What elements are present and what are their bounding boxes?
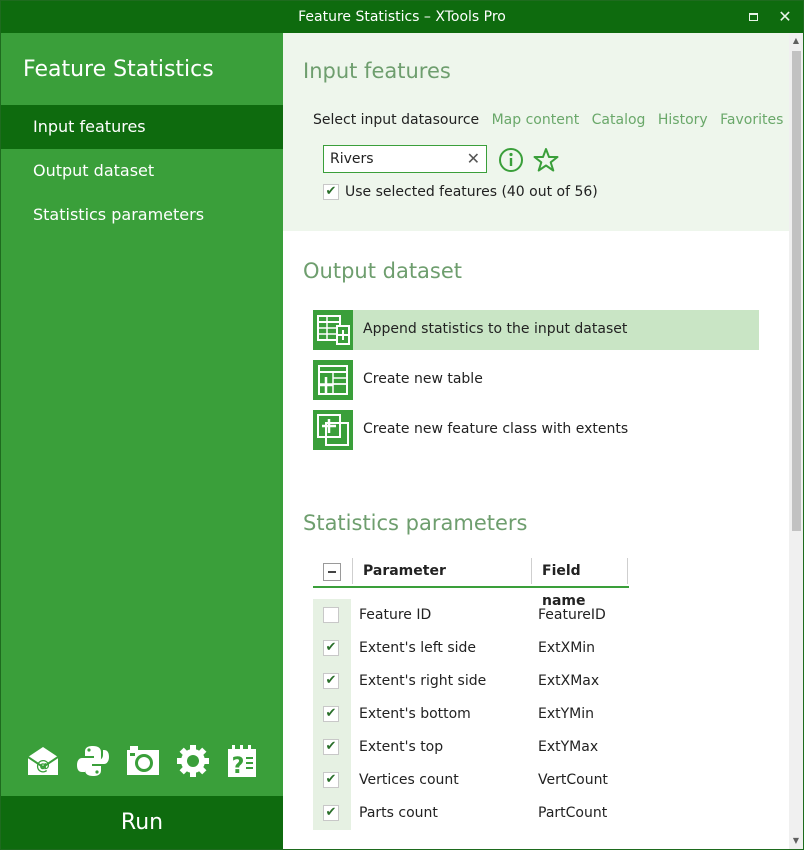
table-row[interactable]: ✔ Extent's top ExtYMax [313,731,629,764]
parameter-cell: Parts count [359,805,438,821]
scrollbar-thumb[interactable] [792,51,801,531]
link-map-content[interactable]: Map content [492,112,580,128]
app-window: Feature Statistics – XTools Pro ✕ Featur… [0,0,804,850]
output-dataset-title: Output dataset [303,259,463,283]
field-name-cell: ExtXMax [538,673,600,689]
svg-text:?: ? [232,754,245,779]
sidebar-item-output-dataset[interactable]: Output dataset [1,149,283,193]
new-table-icon [313,360,353,400]
svg-text:@: @ [36,758,50,774]
input-dataset-field[interactable]: Rivers ✕ [323,145,487,173]
field-name-cell: FeatureID [538,607,606,623]
link-history[interactable]: History [658,112,708,128]
email-icon[interactable]: @ [25,743,61,779]
input-features-title: Input features [303,59,451,83]
row-checkbox-cell: ✔ [313,764,351,797]
favorite-star-icon[interactable] [533,147,559,173]
datasource-label: Select input datasource [313,112,480,128]
close-button[interactable]: ✕ [771,5,799,29]
input-dataset-value: Rivers [330,151,374,167]
option-create-feature-class[interactable]: Create new feature class with extents [313,410,759,450]
parameter-cell: Feature ID [359,607,432,623]
row-checkbox[interactable]: ✔ [323,805,339,821]
field-name-cell: ExtXMin [538,640,596,656]
append-table-icon [313,310,353,350]
column-separator [352,558,353,584]
parameter-cell: Extent's bottom [359,706,471,722]
table-row[interactable]: ✔ Extent's left side ExtXMin [313,632,629,665]
parameter-cell: Extent's right side [359,673,487,689]
option-label: Create new feature class with extents [363,421,629,437]
row-checkbox[interactable]: ✔ [323,640,339,656]
parameter-cell: Extent's top [359,739,444,755]
column-header-field-name[interactable]: Field name [542,556,629,609]
sidebar: Feature Statistics Input features Output… [1,33,283,849]
row-checkbox-cell: ✔ [313,632,351,665]
row-checkbox-cell [313,599,351,632]
row-checkbox[interactable] [323,607,339,623]
table-row[interactable]: ✔ Extent's bottom ExtYMin [313,698,629,731]
link-favorites[interactable]: Favorites [720,112,783,128]
new-feature-class-icon [313,410,353,450]
column-header-parameter[interactable]: Parameter [363,556,446,586]
title-bar: Feature Statistics – XTools Pro ✕ [1,1,803,33]
row-checkbox-cell: ✔ [313,665,351,698]
option-append-statistics[interactable]: Append statistics to the input dataset [313,310,759,350]
scroll-down-arrow[interactable]: ▼ [789,833,803,849]
row-checkbox[interactable]: ✔ [323,772,339,788]
use-selected-checkbox[interactable]: ✔ [323,184,339,200]
option-create-new-table[interactable]: Create new table [313,360,759,400]
option-label: Append statistics to the input dataset [363,321,628,337]
field-name-cell: PartCount [538,805,608,821]
column-separator [627,558,628,584]
row-checkbox[interactable]: ✔ [323,673,339,689]
row-checkbox-cell: ✔ [313,698,351,731]
run-button[interactable]: Run [1,796,283,849]
info-icon[interactable] [498,147,524,173]
row-checkbox[interactable]: ✔ [323,739,339,755]
sidebar-title: Feature Statistics [23,57,214,82]
sidebar-tools: @ ? [25,743,265,783]
parameter-cell: Extent's left side [359,640,476,656]
parameters-grid-header: Parameter Field name [313,556,629,609]
python-icon[interactable] [75,743,111,779]
datasource-row: Select input datasource Map content Cata… [313,112,783,128]
statistics-parameters-title: Statistics parameters [303,511,528,535]
row-checkbox-cell: ✔ [313,797,351,830]
sidebar-item-statistics-parameters[interactable]: Statistics parameters [1,193,283,237]
camera-icon[interactable] [125,743,161,779]
maximize-icon [748,13,758,21]
table-row[interactable]: ✔ Parts count PartCount [313,797,629,830]
field-name-cell: ExtYMin [538,706,595,722]
window-title: Feature Statistics – XTools Pro [298,9,506,25]
input-features-section: Input features Select input datasource M… [283,33,789,231]
parameter-cell: Vertices count [359,772,459,788]
table-row[interactable]: ✔ Extent's right side ExtXMax [313,665,629,698]
table-row[interactable]: Feature ID FeatureID [313,599,629,632]
sidebar-item-input-features[interactable]: Input features [1,105,283,149]
select-all-checkbox[interactable] [323,563,341,581]
table-row[interactable]: ✔ Vertices count VertCount [313,764,629,797]
main-content: Input features Select input datasource M… [283,33,789,849]
vertical-scrollbar[interactable]: ▲ ▼ [789,33,803,849]
column-separator [531,558,532,584]
scroll-up-arrow[interactable]: ▲ [789,33,803,49]
row-checkbox[interactable]: ✔ [323,706,339,722]
row-checkbox-cell: ✔ [313,731,351,764]
help-icon[interactable]: ? [225,743,261,779]
option-label: Create new table [363,371,483,387]
link-catalog[interactable]: Catalog [592,112,646,128]
maximize-button[interactable] [739,5,767,29]
use-selected-features[interactable]: ✔ Use selected features (40 out of 56) [323,184,598,200]
use-selected-label: Use selected features (40 out of 56) [345,184,598,200]
gear-icon[interactable] [175,743,211,779]
field-name-cell: VertCount [538,772,608,788]
field-name-cell: ExtYMax [538,739,599,755]
clear-icon[interactable]: ✕ [467,149,480,168]
